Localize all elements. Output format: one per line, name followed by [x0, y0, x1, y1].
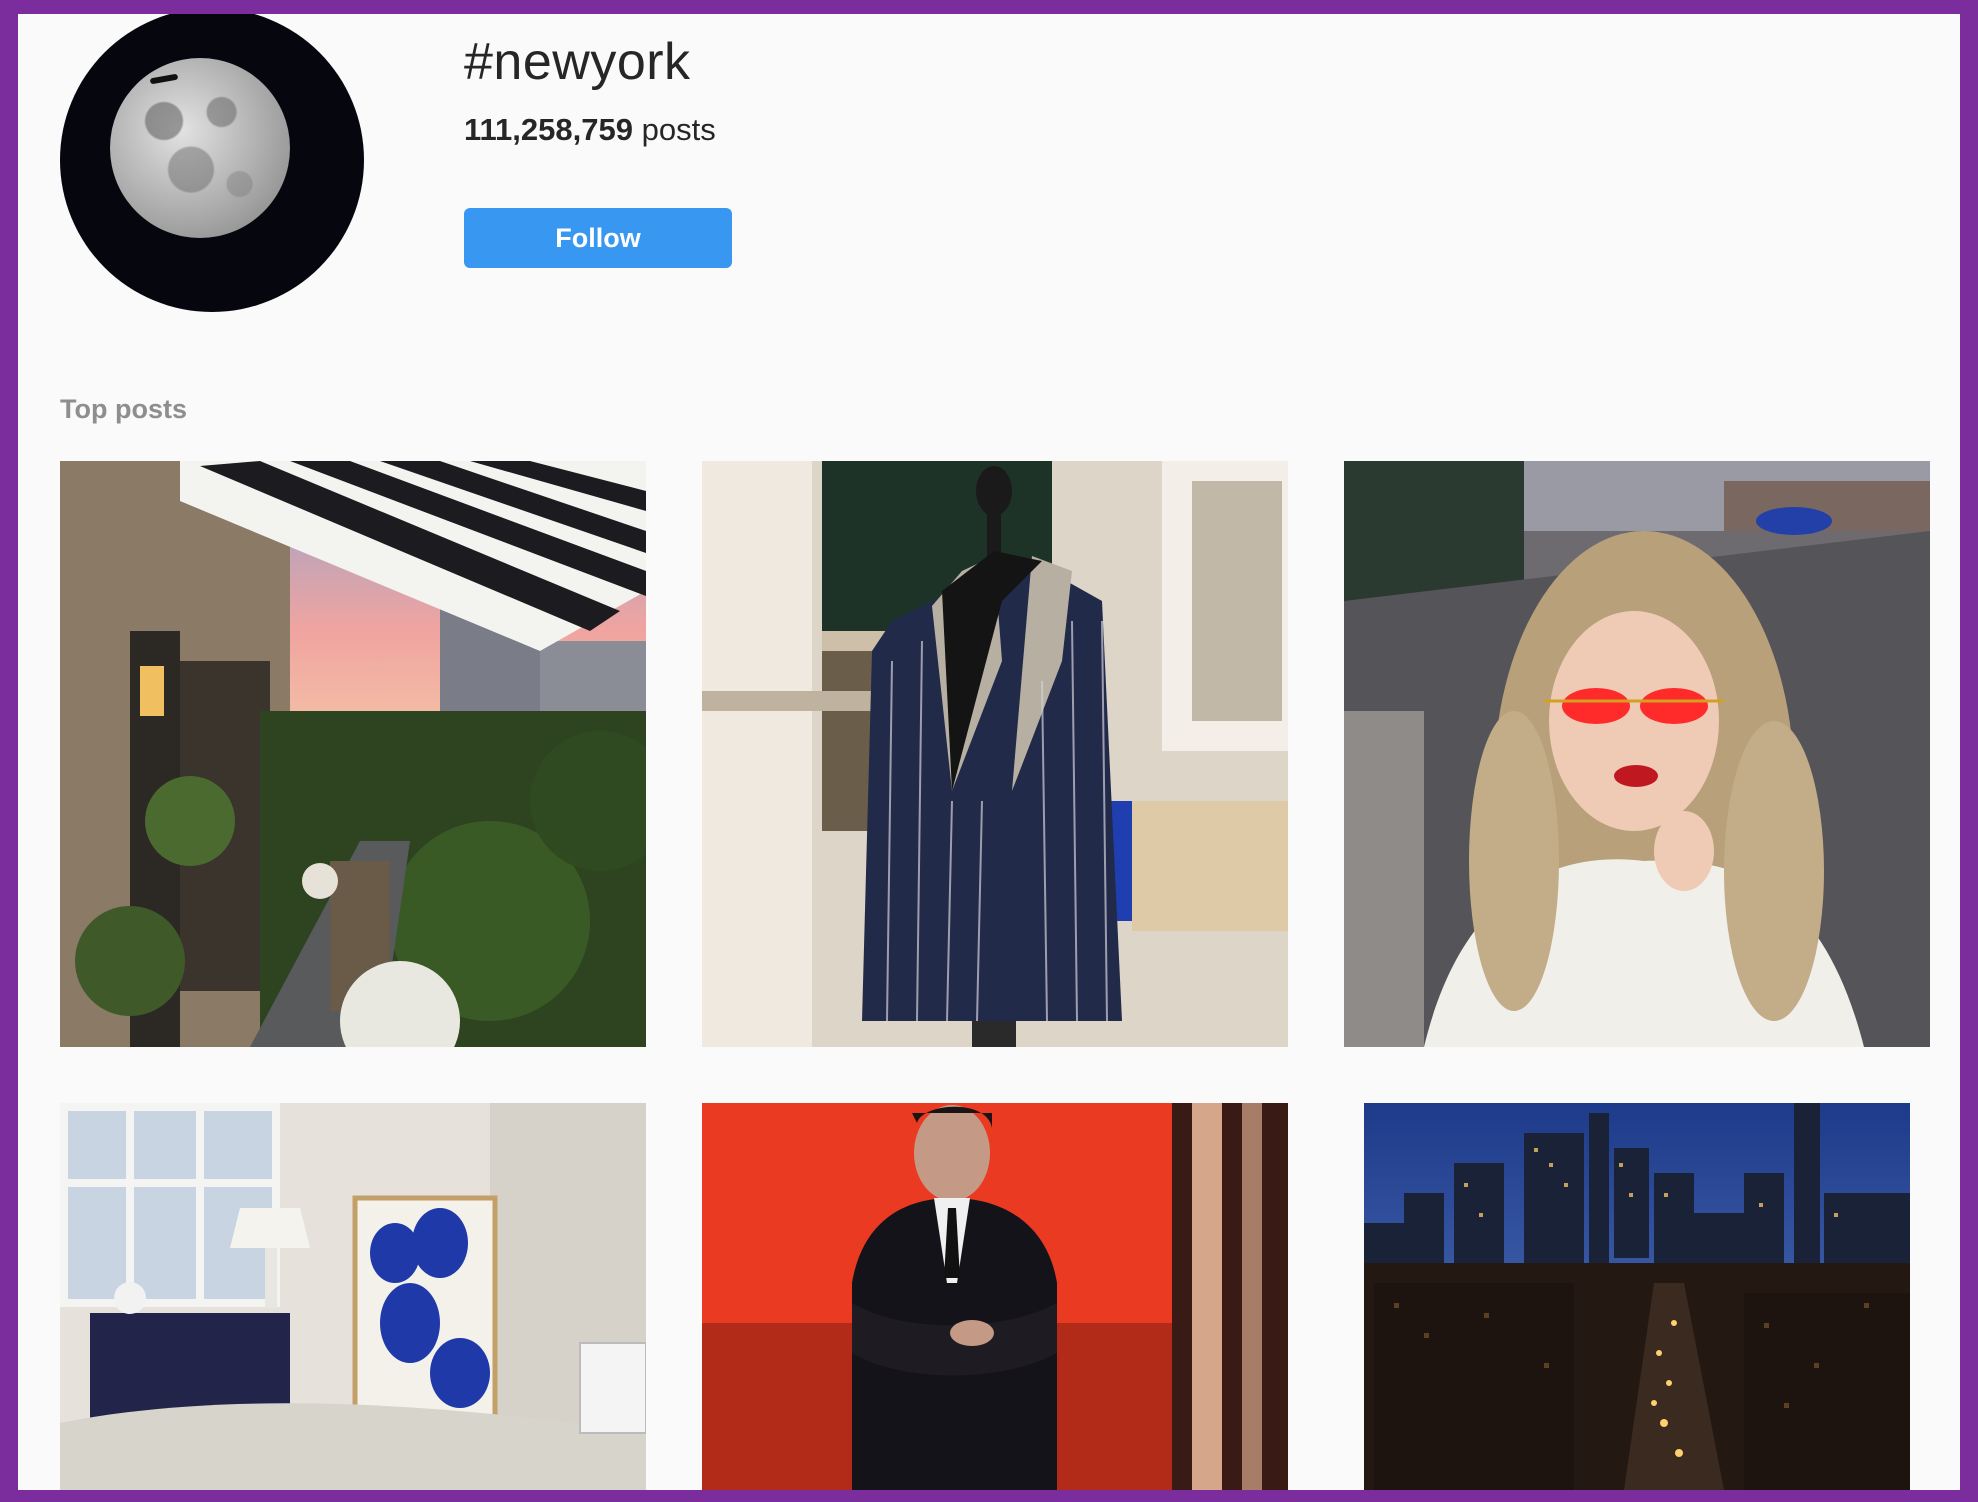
bedroom-image — [60, 1103, 646, 1490]
post-thumbnail-5[interactable] — [702, 1103, 1288, 1490]
follow-button[interactable]: Follow — [464, 208, 732, 268]
post-thumbnail-2[interactable] — [702, 461, 1288, 1047]
hashtag-avatar — [60, 14, 364, 312]
post-thumbnail-4[interactable] — [60, 1103, 646, 1490]
top-posts-heading: Top posts — [60, 394, 187, 424]
portrait-red-background-image — [702, 1103, 1288, 1490]
post-count-number: 111,258,759 — [464, 112, 633, 147]
post-thumbnail-1[interactable] — [60, 461, 646, 1047]
post-count: 111,258,759 posts — [464, 112, 716, 148]
sunglasses-portrait-image — [1344, 461, 1930, 1047]
hashtag-title: #newyork — [464, 33, 691, 91]
terrace-image — [60, 461, 646, 1047]
post-count-label: posts — [641, 112, 716, 147]
hashtag-page: #newyork 111,258,759 posts Follow Top po… — [18, 14, 1960, 1490]
post-thumbnail-6[interactable] — [1364, 1103, 1910, 1490]
suit-image — [702, 461, 1288, 1047]
post-thumbnail-3[interactable] — [1344, 461, 1930, 1047]
skyline-image — [1364, 1103, 1910, 1490]
moon-image — [110, 58, 290, 238]
